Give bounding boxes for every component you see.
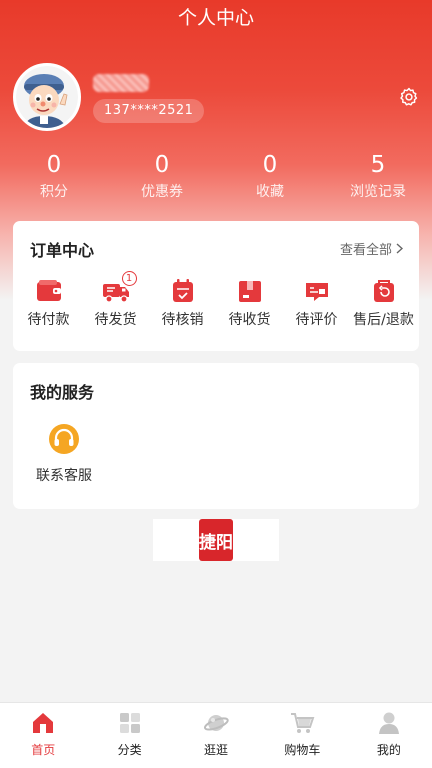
order-item-label: 待评价 (295, 312, 338, 328)
tab-home[interactable]: 首页 (0, 703, 86, 768)
order-pending-shipment[interactable]: 1 待发货 (82, 271, 149, 329)
package-box-icon (238, 281, 261, 302)
avatar-cartoon-icon (16, 66, 78, 128)
brand-logo: 捷阳 (153, 519, 279, 561)
planet-icon (203, 715, 229, 731)
order-pending-review[interactable]: 待评价 (283, 277, 350, 329)
stat-favorites[interactable]: 0 收藏 (216, 150, 324, 202)
order-item-label: 待核销 (161, 312, 204, 328)
refund-bag-icon (373, 280, 394, 302)
headset-icon (49, 424, 79, 454)
wallet-icon (36, 280, 61, 301)
order-status-row: 待付款 1 待发货 待核销 待收货 待评价 售后/退款 (13, 271, 419, 329)
order-after-sales[interactable]: 售后/退款 (350, 277, 417, 329)
order-item-label: 售后/退款 (353, 312, 414, 328)
stat-history[interactable]: 5 浏览记录 (324, 150, 432, 202)
tab-label: 分类 (117, 743, 142, 757)
tab-label: 首页 (31, 743, 56, 757)
category-grid-icon (119, 713, 140, 733)
nickname-blurred (93, 74, 149, 92)
stat-coupons[interactable]: 0 优惠券 (108, 150, 216, 202)
stats-row: 0 积分 0 优惠券 0 收藏 5 浏览记录 (0, 150, 432, 202)
stat-points[interactable]: 0 积分 (0, 150, 108, 202)
avatar[interactable] (13, 63, 81, 131)
order-item-label: 待发货 (94, 312, 137, 328)
tab-label: 逛逛 (204, 743, 229, 757)
order-pending-verify[interactable]: 待核销 (149, 277, 216, 329)
review-card-icon (305, 283, 328, 301)
stat-value: 0 (154, 152, 170, 178)
tab-category[interactable]: 分类 (86, 703, 172, 768)
stat-value: 0 (46, 152, 62, 178)
chevron-right-icon (396, 243, 403, 254)
tab-label: 我的 (376, 743, 401, 757)
stat-value: 5 (370, 152, 386, 178)
view-all-orders-link[interactable]: 查看全部 (340, 239, 403, 258)
my-services-title: 我的服务 (30, 383, 95, 402)
order-center-title: 订单中心 (30, 241, 95, 260)
order-item-label: 待付款 (27, 312, 70, 328)
phone-number: 137****2521 (93, 99, 205, 123)
tab-mine[interactable]: 我的 (346, 703, 432, 768)
bottom-tab-bar: 首页 分类 逛逛 购物车 我的 (0, 702, 432, 768)
stat-label: 浏览记录 (350, 184, 406, 200)
settings-gear-icon[interactable] (398, 86, 420, 108)
tab-label: 购物车 (284, 743, 321, 757)
user-icon (378, 712, 399, 734)
service-label: 联系客服 (36, 468, 92, 484)
order-count-badge: 1 (121, 271, 137, 286)
brand-mark: 捷阳 (199, 519, 233, 561)
tab-explore[interactable]: 逛逛 (173, 703, 259, 768)
order-pending-payment[interactable]: 待付款 (15, 277, 82, 329)
service-contact-support[interactable]: 联系客服 (33, 423, 95, 485)
page-title: 个人中心 (177, 7, 254, 29)
order-item-label: 待收货 (228, 312, 271, 328)
stat-label: 积分 (40, 184, 68, 200)
home-icon (33, 713, 54, 733)
stat-value: 0 (262, 152, 278, 178)
cart-icon (291, 713, 315, 733)
order-center-card: 订单中心 查看全部 待付款 1 待发货 待核销 待收货 待评价 售后/退款 (13, 221, 419, 351)
stat-label: 收藏 (256, 184, 284, 200)
order-pending-receipt[interactable]: 待收货 (216, 277, 283, 329)
view-all-label: 查看全部 (339, 243, 392, 258)
stat-label: 优惠券 (141, 184, 183, 200)
calendar-check-icon (172, 279, 193, 302)
tab-cart[interactable]: 购物车 (259, 703, 345, 768)
my-services-card: 我的服务 联系客服 (13, 363, 419, 509)
